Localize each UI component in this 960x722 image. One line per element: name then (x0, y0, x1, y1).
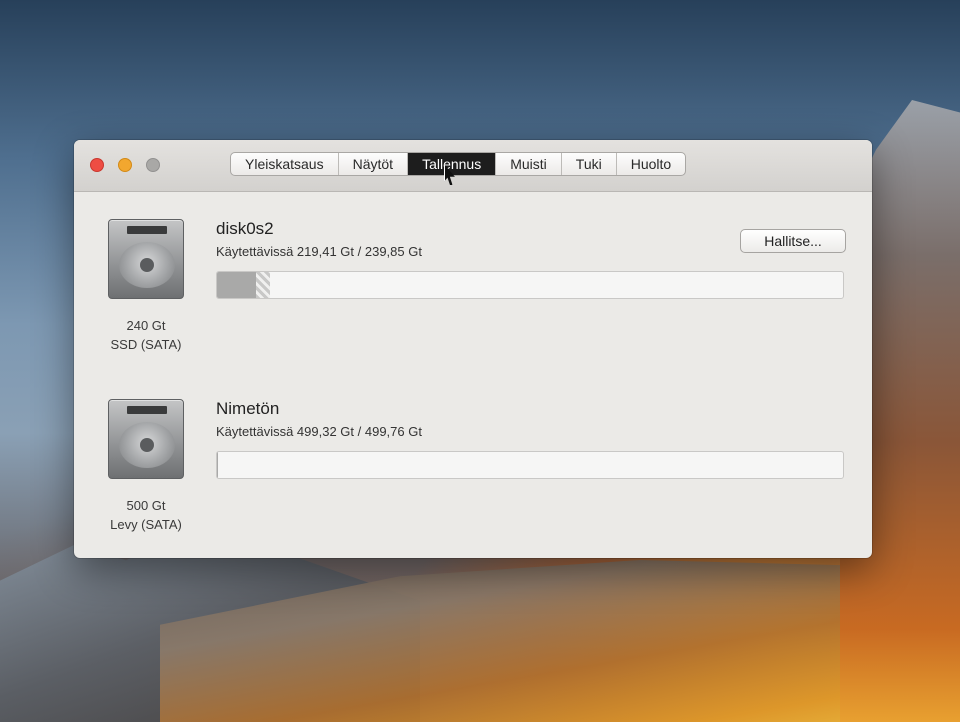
disk-available: Käytettävissä 499,32 Gt / 499,76 Gt (216, 424, 422, 439)
purgeable-storage-segment (256, 272, 270, 298)
used-storage-segment (217, 272, 256, 298)
tab-service[interactable]: Huolto (617, 153, 685, 175)
disk-name: Nimetön (216, 399, 280, 418)
minimize-button[interactable] (118, 158, 132, 172)
disk-size: 240 Gt (126, 318, 166, 333)
storage-usage-bar[interactable] (216, 451, 844, 479)
titlebar: Yleiskatsaus Näytöt Tallennus Muisti Tuk… (74, 140, 872, 192)
hard-drive-icon (108, 399, 184, 479)
tab-storage[interactable]: Tallennus (408, 153, 497, 175)
zoom-button[interactable] (146, 158, 160, 172)
disk-size: 500 Gt (126, 498, 166, 513)
disk-entry: 500 Gt Levy (SATA) Nimetön Käytettävissä… (74, 393, 872, 558)
drive-slot (127, 406, 167, 414)
hard-drive-icon (108, 219, 184, 299)
disk-type: Levy (SATA) (110, 517, 182, 532)
about-this-mac-window: Yleiskatsaus Näytöt Tallennus Muisti Tuk… (74, 140, 872, 558)
drive-slot (127, 226, 167, 234)
disk-entry: 240 Gt SSD (SATA) disk0s2 Käytettävissä … (74, 213, 872, 383)
storage-content: 240 Gt SSD (SATA) disk0s2 Käytettävissä … (74, 193, 872, 558)
used-storage-segment (217, 452, 218, 478)
tab-support[interactable]: Tuki (562, 153, 617, 175)
storage-usage-bar[interactable] (216, 271, 844, 299)
tab-bar: Yleiskatsaus Näytöt Tallennus Muisti Tuk… (230, 152, 687, 176)
manage-button[interactable]: Hallitse... (740, 229, 846, 253)
disk-name: disk0s2 (216, 219, 274, 238)
tab-memory[interactable]: Muisti (496, 153, 562, 175)
tab-overview[interactable]: Yleiskatsaus (231, 153, 339, 175)
drive-hub (140, 258, 154, 272)
close-button[interactable] (90, 158, 104, 172)
disk-type: SSD (SATA) (110, 337, 182, 352)
disk-available: Käytettävissä 219,41 Gt / 239,85 Gt (216, 244, 422, 259)
drive-hub (140, 438, 154, 452)
tab-displays[interactable]: Näytöt (339, 153, 409, 175)
